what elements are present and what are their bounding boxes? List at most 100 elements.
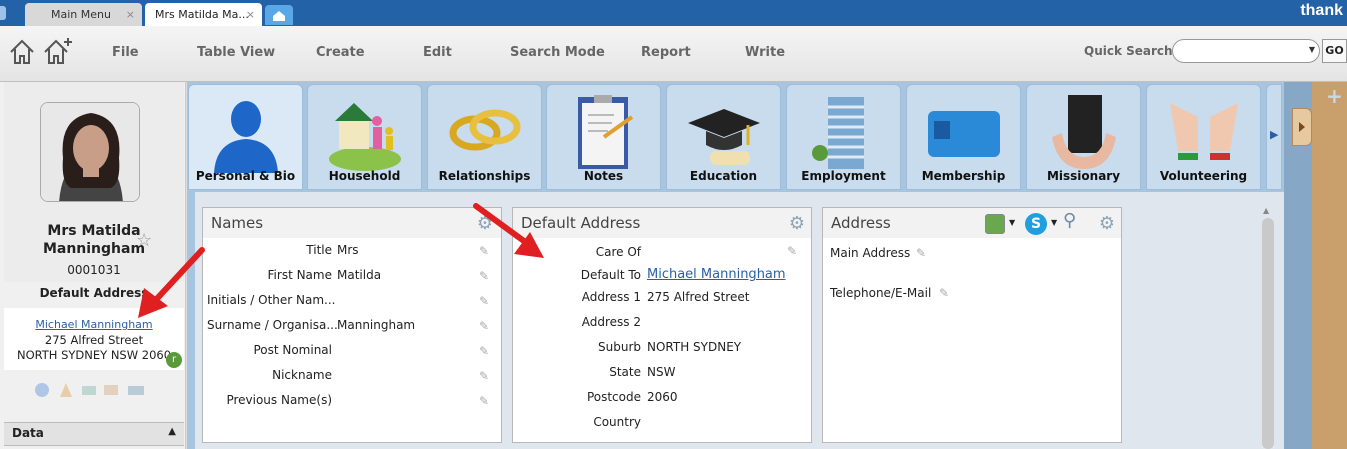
add-home-button[interactable] (42, 36, 74, 66)
tab-education-label: Education (689, 169, 758, 183)
field-value-title[interactable]: Mrs (337, 243, 359, 257)
field-label-state: State (609, 365, 641, 379)
new-tab-button[interactable] (265, 5, 293, 25)
chevron-down-icon[interactable]: ▼ (1309, 45, 1315, 54)
menu-search-mode[interactable]: Search Mode (510, 45, 605, 60)
tab-education[interactable]: Education (666, 84, 781, 190)
telephone-email-label: Telephone/E-Mail (830, 286, 932, 300)
home-button[interactable] (8, 38, 36, 66)
field-label-postcode: Postcode (586, 390, 641, 404)
field-label-title: Title (306, 243, 332, 257)
field-label-surname: Surname / Organisa... (207, 318, 338, 332)
main-address-label: Main Address (830, 246, 911, 260)
field-value-suburb: NORTH SYDNEY (647, 340, 742, 354)
gear-icon[interactable]: ⚙ (789, 213, 805, 234)
tab-household[interactable]: Household (307, 84, 422, 190)
menu-table-view[interactable]: Table View (197, 45, 275, 60)
field-label-default-to: Default To (580, 268, 641, 282)
tab-main-menu-label: Main Menu (51, 8, 111, 21)
office-building-icon (811, 97, 864, 169)
menu-edit[interactable]: Edit (423, 45, 452, 60)
cork-panel (1312, 82, 1347, 449)
map-pin-icon[interactable]: r (166, 352, 182, 368)
home-icon (273, 11, 285, 21)
field-value-first-name[interactable]: Matilda (337, 268, 381, 282)
default-to-link[interactable]: Michael Manningham (647, 267, 786, 282)
annotation-arrow (138, 247, 205, 318)
scrollbar[interactable] (1262, 218, 1274, 449)
field-value-surname[interactable]: Manningham (337, 318, 415, 332)
window-tab-bar: Main Menu × Mrs Matilda Ma... × thank (0, 0, 1347, 26)
field-label-country: Country (593, 415, 641, 429)
tab-notes-label: Notes (583, 169, 624, 183)
pencil-icon[interactable]: ✎ (479, 319, 489, 333)
pencil-icon[interactable]: ✎ (787, 244, 797, 258)
close-icon[interactable]: × (246, 8, 255, 21)
household-icon (328, 103, 401, 171)
field-label-previous-names: Previous Name(s) (226, 393, 332, 407)
skype-icon[interactable]: S (1025, 213, 1047, 235)
chevron-down-icon[interactable]: ▼ (1051, 218, 1057, 227)
tab-main-menu[interactable]: Main Menu × (25, 3, 142, 26)
tab-missionary[interactable]: Missionary (1026, 84, 1141, 190)
search-icon[interactable]: ⚲ (1063, 210, 1076, 231)
brand-logo: thank (1300, 2, 1343, 19)
sidebar-address-line2: NORTH SYDNEY NSW 2060 (16, 348, 172, 362)
quick-icons-strip (35, 383, 144, 397)
profile-photo (41, 103, 139, 201)
tab-person-record[interactable]: Mrs Matilda Ma... × (145, 3, 262, 26)
tab-notes[interactable]: Notes (546, 84, 661, 190)
annotation-arrow (473, 203, 544, 258)
expand-panel-handle[interactable] (1292, 108, 1312, 146)
pencil-icon[interactable]: ✎ (479, 294, 489, 308)
pencil-icon[interactable]: ✎ (479, 394, 489, 408)
sidebar-quick-icons (32, 380, 152, 400)
chevron-up-icon[interactable]: ▲ (168, 426, 176, 437)
default-address-panel-title: Default Address (513, 208, 811, 238)
quick-search-input[interactable]: ▼ (1172, 39, 1320, 63)
home-icon (10, 39, 34, 64)
tabs-scroll-right-icon[interactable]: ▶ (1270, 128, 1278, 141)
bible-hands-icon (1051, 95, 1116, 169)
tab-household-label: Household (328, 169, 401, 183)
tab-volunteering[interactable]: Volunteering (1146, 84, 1261, 190)
chevron-down-icon[interactable]: ▼ (1009, 218, 1015, 227)
menu-file[interactable]: File (112, 45, 139, 60)
gear-icon[interactable]: ⚙ (1099, 213, 1115, 234)
pencil-icon[interactable]: ✎ (916, 246, 926, 260)
tab-person-record-label: Mrs Matilda Ma... (155, 8, 249, 21)
pencil-icon[interactable]: ✎ (479, 269, 489, 283)
tab-membership-label: Membership (921, 169, 1006, 183)
add-icon[interactable]: + (1326, 84, 1343, 108)
address-panel: Address ▼ S ▼ ⚲ ⚙ Main Address ✎ Telepho… (822, 207, 1122, 443)
tab-relationships[interactable]: Relationships (427, 84, 542, 190)
avatar[interactable] (40, 102, 140, 202)
tab-membership[interactable]: Membership (906, 84, 1021, 190)
graduation-cap-icon (687, 109, 760, 165)
menu-write[interactable]: Write (745, 45, 785, 60)
field-value-postcode: 2060 (647, 390, 678, 404)
tab-employment[interactable]: Employment (786, 84, 901, 190)
close-icon[interactable]: × (126, 8, 135, 21)
google-maps-icon[interactable] (985, 214, 1005, 234)
app-logo-icon (0, 6, 6, 20)
membership-card-icon (927, 111, 1000, 157)
field-label-first-name: First Name (267, 268, 332, 282)
data-section-header[interactable]: Data ▲ (4, 422, 184, 446)
tab-personal-bio[interactable]: Personal & Bio (188, 84, 303, 190)
person-icon (213, 101, 278, 173)
pencil-icon[interactable]: ✎ (939, 286, 949, 300)
default-address-panel: Default Address ⚙ Care Of ✎ Default To M… (512, 207, 812, 443)
scroll-up-icon[interactable]: ▲ (1263, 206, 1269, 215)
address-panel-title: Address (823, 208, 1121, 238)
menu-create[interactable]: Create (316, 45, 365, 60)
field-label-nickname: Nickname (272, 368, 332, 382)
names-panel: Names ⚙ Title Mrs ✎ First Name Matilda ✎… (202, 207, 502, 443)
menu-report[interactable]: Report (641, 45, 691, 60)
go-button[interactable]: GO (1322, 39, 1347, 63)
toolbar: File Table View Create Edit Search Mode … (0, 26, 1347, 82)
field-value-state: NSW (647, 365, 676, 379)
chevron-right-icon (1299, 122, 1305, 132)
pencil-icon[interactable]: ✎ (479, 369, 489, 383)
pencil-icon[interactable]: ✎ (479, 344, 489, 358)
